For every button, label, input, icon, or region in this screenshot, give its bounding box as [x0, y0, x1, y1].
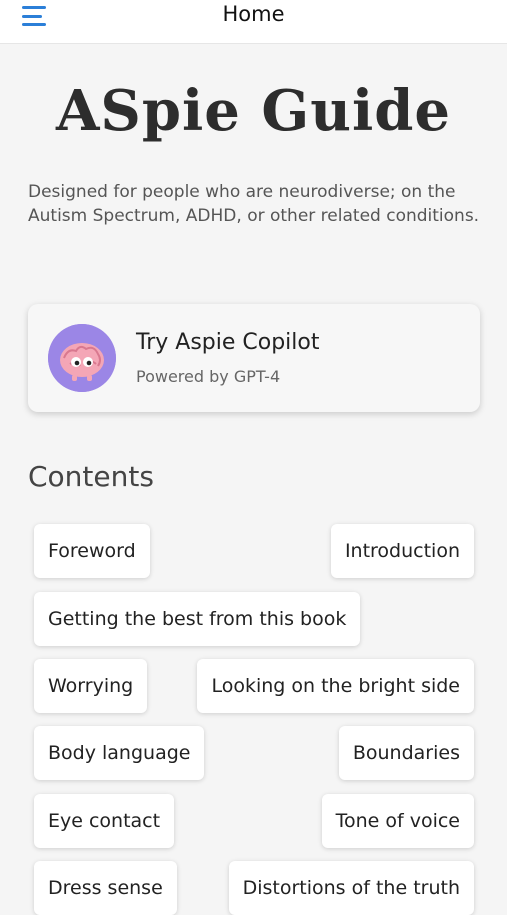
chip-foreword[interactable]: Foreword — [34, 524, 150, 578]
chip-tone-of-voice[interactable]: Tone of voice — [321, 794, 474, 848]
app-tagline: Designed for people who are neurodiverse… — [28, 182, 480, 226]
chip-boundaries[interactable]: Boundaries — [338, 726, 474, 780]
chip-eye-contact[interactable]: Eye contact — [34, 794, 175, 848]
top-bar: Home — [0, 0, 507, 44]
chip-getting-the-best[interactable]: Getting the best from this book — [34, 592, 361, 646]
chip-body-language[interactable]: Body language — [34, 726, 205, 780]
chip-row: Eye contact Tone of voice — [34, 794, 474, 848]
copilot-title: Try Aspie Copilot — [136, 330, 320, 355]
brain-icon — [48, 324, 116, 392]
chip-dress-sense[interactable]: Dress sense — [34, 861, 177, 915]
chip-row: Body language Boundaries — [34, 726, 474, 780]
app-title: ASpie Guide — [55, 78, 452, 144]
chip-row: Foreword Introduction — [34, 524, 474, 578]
chip-worrying[interactable]: Worrying — [34, 659, 148, 713]
page-title: Home — [222, 2, 285, 26]
copilot-card[interactable]: Try Aspie Copilot Powered by GPT-4 — [28, 304, 480, 412]
chip-looking-on-the-bright-side[interactable]: Looking on the bright side — [197, 659, 474, 713]
chip-row: Dress sense Distortions of the truth — [34, 861, 474, 915]
chip-distortions-of-the-truth[interactable]: Distortions of the truth — [228, 861, 474, 915]
contents-heading: Contents — [28, 460, 154, 493]
chip-introduction[interactable]: Introduction — [330, 524, 474, 578]
copilot-subtitle: Powered by GPT-4 — [136, 367, 281, 386]
chip-row: Getting the best from this book — [34, 592, 474, 646]
chip-row: Worrying Looking on the bright side — [34, 659, 474, 713]
